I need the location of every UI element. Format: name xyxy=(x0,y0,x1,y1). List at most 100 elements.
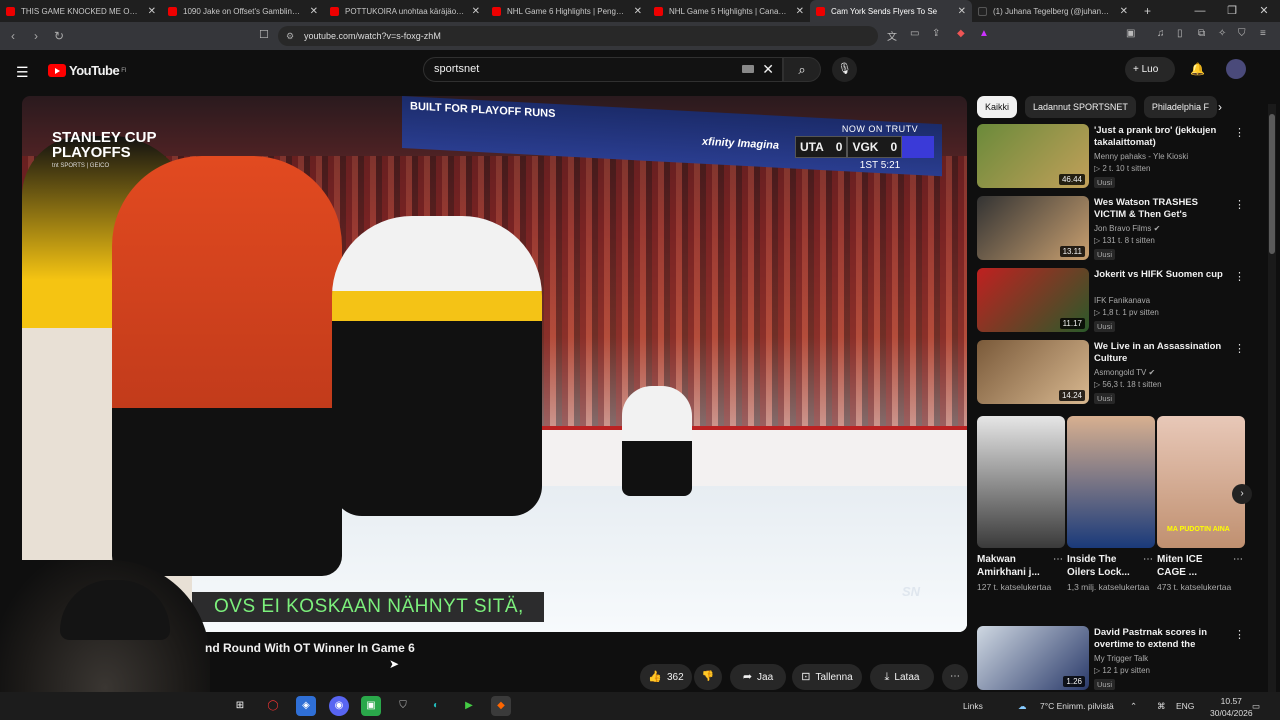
search-button[interactable]: ⌕ xyxy=(783,57,821,82)
more-vertical-icon[interactable]: ⋯ xyxy=(1143,554,1153,565)
save-button[interactable]: ⊡ Tallenna xyxy=(792,664,862,690)
short-item[interactable]: Makwan Amirkhani j... 127 t. katselukert… xyxy=(977,416,1065,593)
app-icon[interactable]: ▶ xyxy=(459,696,479,716)
short-item[interactable]: MA PUDOTIN AINA Miten ICE CAGE ... 473 t… xyxy=(1157,416,1245,593)
recommendation-item[interactable]: 13.11 Wes Watson TRASHES VICTIM & Then G… xyxy=(977,196,1257,262)
bookmarks-icon[interactable]: ⧉ xyxy=(1198,28,1205,39)
youtube-page: ☰ YouTube FI sportsnet ✕ ⌕ 🎙 + Luo 🔔 BUI… xyxy=(0,50,1280,720)
close-icon[interactable]: ✕ xyxy=(148,6,156,17)
share-button[interactable]: ➦ Jaa xyxy=(730,664,786,690)
tray-expand-icon[interactable]: ⌃ xyxy=(1130,692,1137,720)
youtube-logo[interactable]: YouTube FI xyxy=(48,63,127,78)
brave-icon[interactable]: ◆ xyxy=(491,696,511,716)
app-icon[interactable]: ◈ xyxy=(296,696,316,716)
more-vertical-icon[interactable]: ⋮ xyxy=(1234,342,1245,355)
more-vertical-icon[interactable]: ⋯ xyxy=(1233,554,1243,565)
chip-uploaded-by[interactable]: Ladannut SPORTSNET xyxy=(1025,96,1136,118)
browser-tab[interactable]: NHL Game 5 Highlights | Canadiens ✕ xyxy=(648,0,810,22)
short-thumbnail[interactable] xyxy=(977,416,1065,548)
url-field[interactable]: ⚙ youtube.com/watch?v=s-foxg-zhM xyxy=(278,26,878,46)
menu-icon[interactable]: ≡ xyxy=(1260,28,1266,39)
voice-search-button[interactable]: 🎙 xyxy=(832,57,857,82)
search-input[interactable]: sportsnet ✕ xyxy=(423,57,783,82)
close-icon[interactable]: ✕ xyxy=(472,6,480,17)
app-icon[interactable]: ▣ xyxy=(361,696,381,716)
maximize-button[interactable]: ❐ xyxy=(1216,0,1248,22)
vpn-icon[interactable]: ⛉ xyxy=(1238,28,1246,39)
media-icon[interactable]: ♫ xyxy=(1157,28,1165,39)
forward-icon[interactable]: › xyxy=(26,29,46,43)
more-vertical-icon[interactable]: ⋮ xyxy=(1234,198,1245,211)
scrollbar-thumb[interactable] xyxy=(1269,114,1275,254)
opera-icon[interactable]: ◯ xyxy=(263,696,283,716)
discord-icon[interactable]: ◉ xyxy=(329,696,349,716)
more-vertical-icon[interactable]: ⋮ xyxy=(1234,628,1245,641)
more-vertical-icon[interactable]: ⋯ xyxy=(1053,554,1063,565)
short-thumbnail[interactable] xyxy=(1067,416,1155,548)
video-thumbnail[interactable]: 14.24 xyxy=(977,340,1089,404)
sidebar-icon[interactable]: ▯ xyxy=(1177,28,1183,39)
reload-icon[interactable]: ↻ xyxy=(49,29,69,43)
back-icon[interactable]: ‹ xyxy=(3,29,23,43)
video-thumbnail[interactable]: 13.11 xyxy=(977,196,1089,260)
hamburger-menu-icon[interactable]: ☰ xyxy=(16,64,29,81)
browser-tab[interactable]: 1090 Jake on Offset's Gambling Tacti ✕ xyxy=(162,0,324,22)
notifications-bell-icon[interactable]: 🔔 xyxy=(1190,62,1205,76)
brave-shield-icon[interactable]: ◆ xyxy=(957,28,965,39)
create-button[interactable]: + Luo xyxy=(1125,57,1175,82)
more-actions-button[interactable]: ⋯ xyxy=(942,664,968,690)
chip-philadelphia[interactable]: Philadelphia F xyxy=(1143,96,1217,118)
clear-search-icon[interactable]: ✕ xyxy=(762,58,774,81)
edge-icon[interactable]: ◐ xyxy=(426,696,446,716)
site-info-icon[interactable]: ⚙ xyxy=(286,26,294,46)
leo-icon[interactable]: ✧ xyxy=(1218,28,1226,39)
chevron-right-icon[interactable]: › xyxy=(1218,100,1222,114)
wifi-icon[interactable]: ⌘ xyxy=(1157,692,1166,720)
youtube-icon xyxy=(330,6,339,16)
browser-tab[interactable]: POTTUKOIRA unohtaa käräjäoikeude✕ xyxy=(324,0,486,22)
bookmark-icon[interactable]: ☐ xyxy=(259,28,269,41)
avatar[interactable] xyxy=(1226,59,1246,79)
download-button[interactable]: ⤓ Lataa xyxy=(870,664,934,690)
video-thumbnail[interactable]: 1.26 xyxy=(977,626,1089,690)
dislike-button[interactable]: 👎 xyxy=(694,664,722,690)
close-icon[interactable]: ✕ xyxy=(958,6,966,17)
close-window-button[interactable]: ✕ xyxy=(1248,0,1280,22)
new-tab-button[interactable]: + xyxy=(1134,4,1161,18)
share-icon[interactable]: ⇪ xyxy=(932,28,940,39)
browser-tab[interactable]: (1) Juhana Tegelberg (@juhanategelt ✕ xyxy=(972,0,1134,22)
task-view-icon[interactable]: ⊞ xyxy=(230,696,250,716)
recommendation-item[interactable]: 11.17 Jokerit vs HIFK Suomen cup IFK Fan… xyxy=(977,268,1257,334)
extensions-icon[interactable]: ▣ xyxy=(1126,28,1135,39)
close-icon[interactable]: ✕ xyxy=(796,6,804,17)
recommendation-item[interactable]: 1.26 David Pastrnak scores in overtime t… xyxy=(977,626,1257,692)
close-icon[interactable]: ✕ xyxy=(1120,6,1128,17)
recommendation-item[interactable]: 14.24 We Live in an Assassination Cultur… xyxy=(977,340,1257,406)
clock[interactable]: 10.57 30/04/2026 xyxy=(1210,695,1253,719)
close-icon[interactable]: ✕ xyxy=(310,6,318,17)
video-thumbnail[interactable]: 46.44 xyxy=(977,124,1089,188)
recommendation-item[interactable]: 46.44 'Just a prank bro' (jekkujen takal… xyxy=(977,124,1257,190)
video-player[interactable]: BUILT FOR PLAYOFF RUNS xfinity Imagina S… xyxy=(22,96,967,632)
browser-tab-active[interactable]: Cam York Sends Flyers To Se ✕ xyxy=(810,0,972,22)
short-item[interactable]: Inside The Oilers Lock... 1,3 milj. kats… xyxy=(1067,416,1155,593)
notification-center-icon[interactable]: ▭ xyxy=(1252,692,1260,720)
browser-tab[interactable]: THIS GAME KNOCKED ME OUT OF M✕ xyxy=(0,0,162,22)
cast-icon[interactable]: ▭ xyxy=(910,28,919,39)
video-thumbnail[interactable]: 11.17 xyxy=(977,268,1089,332)
browser-tab[interactable]: NHL Game 6 Highlights | Penguins v ✕ xyxy=(486,0,648,22)
shorts-next-button[interactable]: › xyxy=(1232,484,1252,504)
chip-all[interactable]: Kaikki xyxy=(977,96,1018,118)
short-thumbnail[interactable]: MA PUDOTIN AINA xyxy=(1157,416,1245,548)
translate-icon[interactable]: 文 xyxy=(887,28,897,43)
keyboard-icon[interactable] xyxy=(742,65,754,73)
player-figure xyxy=(332,216,542,516)
more-vertical-icon[interactable]: ⋮ xyxy=(1234,270,1245,283)
minimize-button[interactable]: — xyxy=(1184,0,1216,22)
like-button[interactable]: 👍 362 xyxy=(640,664,692,690)
more-vertical-icon[interactable]: ⋮ xyxy=(1234,126,1245,139)
rewards-icon[interactable]: ▲ xyxy=(979,28,989,39)
shield-icon[interactable]: ⛉ xyxy=(393,696,413,716)
close-icon[interactable]: ✕ xyxy=(634,6,642,17)
page-scrollbar[interactable] xyxy=(1268,104,1276,716)
